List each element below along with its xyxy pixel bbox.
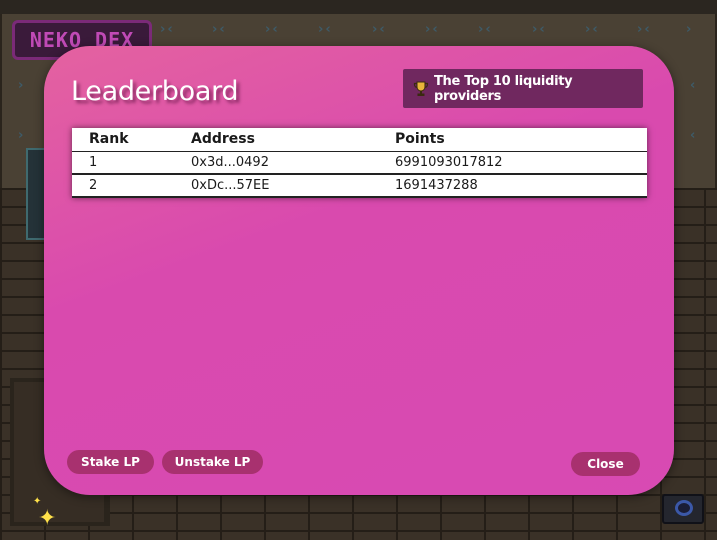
ring-icon — [675, 500, 693, 516]
chevron-decor-icon: ›‹ — [637, 22, 652, 37]
column-header-address: Address — [191, 128, 395, 152]
sparkle-icon: ✦ — [38, 506, 57, 531]
stake-lp-button[interactable]: Stake LP — [67, 450, 154, 474]
modal-title: Leaderboard — [71, 76, 239, 107]
trophy-icon — [413, 81, 429, 96]
leaderboard-table: Rank Address Points 1 0x3d...0492 699109… — [72, 128, 647, 198]
chevron-decor-icon: ›‹ — [212, 22, 227, 37]
address-cell: 0x3d...0492 — [191, 151, 395, 175]
column-header-rank: Rank — [72, 128, 191, 152]
chevron-decor-icon: › — [18, 128, 26, 143]
chevron-decor-icon: ‹ — [690, 128, 698, 143]
rank-cell: 1 — [72, 151, 191, 175]
chevron-decor-icon: › — [18, 78, 26, 93]
chevron-decor-icon: ›‹ — [265, 22, 280, 37]
corner-widget[interactable] — [662, 494, 704, 524]
address-cell: 0xDc...57EE — [191, 174, 395, 198]
chevron-decor-icon: ›‹ — [478, 22, 493, 37]
rank-cell: 2 — [72, 174, 191, 198]
scene-top-band — [0, 0, 717, 14]
chevron-decor-icon: ›‹ — [585, 22, 600, 37]
table-header-row: Rank Address Points — [72, 128, 647, 152]
points-cell: 1691437288 — [395, 174, 647, 198]
chevron-decor-icon: ›‹ — [160, 22, 175, 37]
table-row: 1 0x3d...0492 6991093017812 — [72, 151, 647, 175]
unstake-lp-button[interactable]: Unstake LP — [162, 450, 263, 474]
chevron-decor-icon: ›‹ — [425, 22, 440, 37]
chevron-decor-icon: ›‹ — [318, 22, 333, 37]
points-cell: 6991093017812 — [395, 151, 647, 175]
column-header-points: Points — [395, 128, 647, 152]
chevron-decor-icon: ›‹ — [372, 22, 387, 37]
leaderboard-modal: Leaderboard The Top 10 liquidity provide… — [44, 46, 674, 495]
chevron-decor-icon: ‹ — [690, 78, 698, 93]
table-row: 2 0xDc...57EE 1691437288 — [72, 174, 647, 198]
close-button[interactable]: Close — [571, 452, 640, 476]
leaderboard-table-container: Rank Address Points 1 0x3d...0492 699109… — [72, 128, 647, 198]
top-providers-badge: The Top 10 liquidity providers — [403, 69, 643, 108]
chevron-decor-icon: ›‹ — [532, 22, 547, 37]
chevron-decor-icon: › — [686, 22, 694, 37]
badge-text: The Top 10 liquidity providers — [433, 73, 573, 104]
